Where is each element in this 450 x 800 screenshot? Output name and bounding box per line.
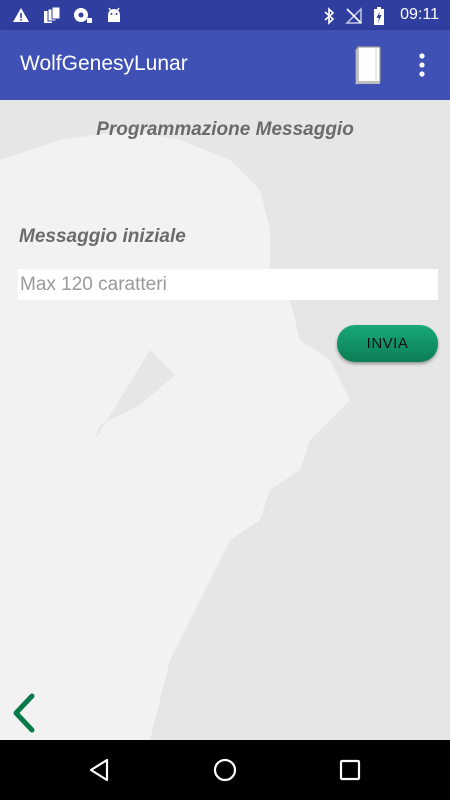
no-signal-icon (345, 7, 362, 24)
android-icon (108, 7, 120, 22)
app-title: WolfGenesyLunar (20, 52, 188, 75)
sync-icon (74, 8, 92, 23)
status-time: 09:11 (400, 6, 439, 23)
more-options-button[interactable] (410, 50, 434, 80)
main-content: Programmazione Messaggio Messaggio inizi… (0, 100, 450, 740)
home-circle-icon[interactable] (210, 755, 240, 785)
message-label: Messaggio iniziale (19, 226, 186, 247)
more-vert-icon (419, 53, 425, 77)
page-title: Programmazione Messaggio (96, 119, 354, 140)
message-input[interactable] (18, 269, 438, 300)
wolf-watermark-icon (0, 130, 350, 740)
book-button[interactable] (350, 44, 386, 86)
bluetooth-icon (324, 7, 335, 25)
recents-square-icon[interactable] (335, 755, 365, 785)
copy-icon (44, 7, 61, 23)
chevron-left-icon (13, 693, 35, 733)
back-button[interactable] (8, 692, 42, 734)
battery-icon (374, 7, 384, 25)
back-triangle-icon[interactable] (85, 755, 115, 785)
book-icon (355, 45, 381, 86)
status-bar: 09:11 (0, 0, 450, 30)
navigation-bar (0, 740, 450, 800)
send-button[interactable]: INVIA (337, 325, 438, 362)
warning-icon (13, 8, 29, 22)
app-bar: WolfGenesyLunar (0, 30, 450, 100)
